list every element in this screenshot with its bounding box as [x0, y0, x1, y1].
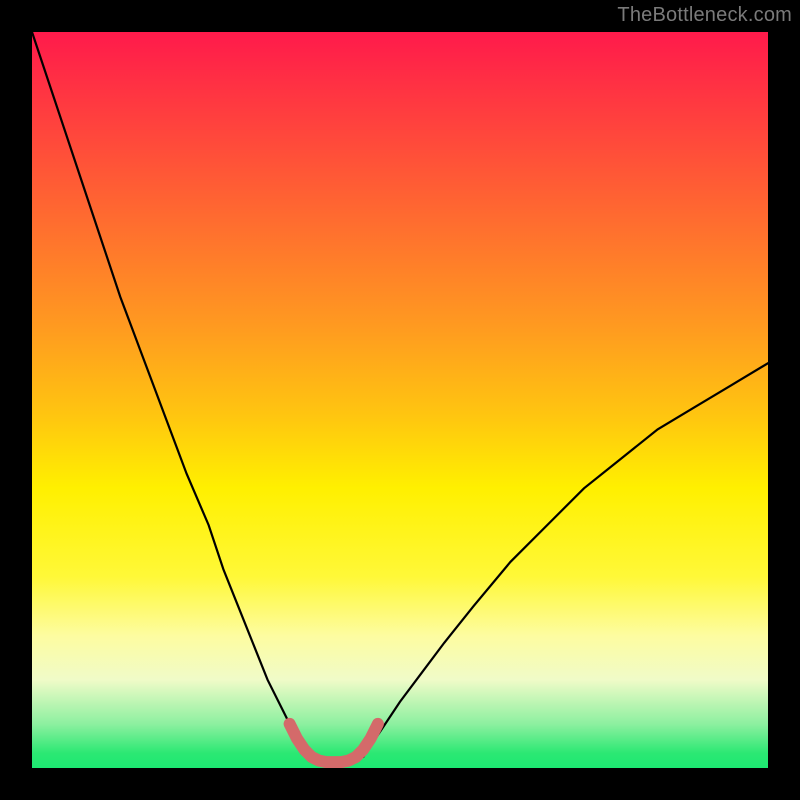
right-curve [363, 363, 768, 757]
chart-frame: TheBottleneck.com [0, 0, 800, 800]
left-curve [32, 32, 312, 757]
curve-layer [32, 32, 768, 768]
plot-area [32, 32, 768, 768]
bottom-highlight-curve [290, 724, 378, 762]
watermark-text: TheBottleneck.com [617, 4, 792, 27]
